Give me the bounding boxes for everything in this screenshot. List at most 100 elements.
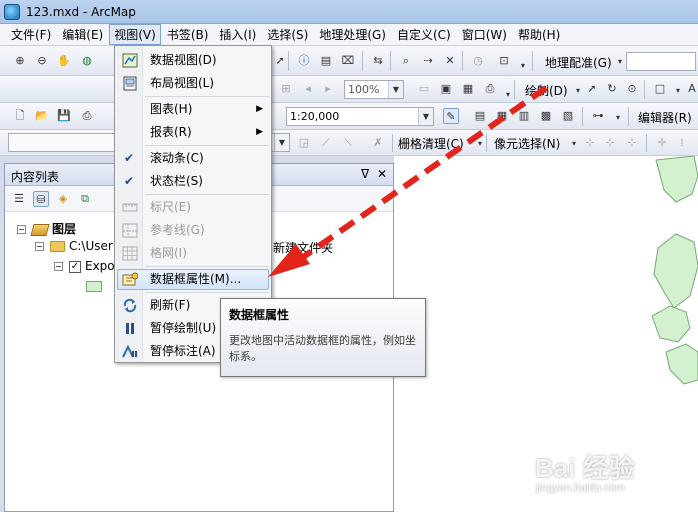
full-extent-icon[interactable]: ◍ [79, 53, 95, 69]
menu-file[interactable]: 文件(F) [6, 24, 56, 45]
change-layout-icon[interactable]: ▦ [460, 81, 476, 97]
menu-item-status-bar[interactable]: ✔ 状态栏(S) [117, 171, 269, 192]
create-viewer-icon[interactable]: ⊡ [496, 53, 512, 69]
save-icon[interactable]: 💾 [56, 108, 72, 124]
menu-item-graphs[interactable]: 图表(H) ▶ [117, 99, 269, 120]
crosshair-icon[interactable]: ✛ [654, 135, 670, 151]
collapse-icon[interactable]: − [54, 262, 63, 271]
menu-item-guides[interactable]: 参考线(G) [117, 220, 269, 241]
text-icon[interactable]: A [684, 81, 698, 97]
menu-item-rulers[interactable]: 标尺(E) [117, 197, 269, 218]
data-driven-pages-icon[interactable]: ⎙ [482, 81, 498, 97]
menu-item-label: 暂停绘制(U) [150, 321, 217, 335]
tree-row-layer[interactable]: − ✓ Expo [54, 259, 115, 273]
open-folder-icon[interactable]: 📂 [34, 108, 50, 124]
menu-item-label: 刷新(F) [150, 298, 191, 312]
cell-brush-icon[interactable]: ⁞ [674, 135, 690, 151]
guides-icon [122, 223, 138, 238]
list-by-source-icon[interactable]: ⛁ [33, 191, 49, 207]
list-by-selection-icon[interactable]: ⧉ [77, 191, 93, 207]
menu-item-scrollbars[interactable]: ✔ 滚动条(C) [117, 148, 269, 169]
pan-icon[interactable]: ✋ [56, 53, 72, 69]
focus-data-frame-icon[interactable]: ▣ [438, 81, 454, 97]
identify-icon[interactable]: ⓘ [296, 53, 312, 69]
list-by-drawing-order-icon[interactable]: ☰ [11, 191, 27, 207]
menu-selection[interactable]: 选择(S) [262, 24, 313, 45]
shrink-selection-icon[interactable]: ⊹ [624, 135, 640, 151]
previous-extent-icon[interactable]: ◂ [300, 81, 316, 97]
arctoolbox-icon[interactable]: ▩ [538, 108, 554, 124]
menu-item-reports[interactable]: 报表(R) ▶ [117, 122, 269, 143]
baidu-watermark-logo: Bai 经验 [535, 453, 635, 483]
cell-selection-dropdown[interactable]: 像元选择(N) [494, 135, 560, 152]
find-icon[interactable]: ⌕ [398, 53, 414, 69]
menu-customize[interactable]: 自定义(C) [392, 24, 456, 45]
layer-visibility-checkbox[interactable]: ✓ [69, 260, 81, 273]
measure-icon[interactable]: ⇆ [370, 53, 386, 69]
collapse-icon[interactable]: − [17, 225, 26, 234]
menu-item-grid[interactable]: 格网(I) [117, 243, 269, 264]
rectangle-icon[interactable]: □ [652, 81, 668, 97]
menu-edit[interactable]: 编辑(E) [57, 24, 108, 45]
map-scale-combo[interactable]: 1:20,000 ▼ [286, 107, 434, 126]
close-icon[interactable]: ✕ [377, 167, 387, 181]
select-pointer-icon[interactable]: ➚ [584, 81, 600, 97]
toggle-draft-icon[interactable]: ▭ [416, 81, 432, 97]
print-icon[interactable]: ⎙ [79, 108, 95, 124]
list-by-visibility-icon[interactable]: ◈ [55, 191, 71, 207]
editor-toolbar-icon[interactable]: ✎ [443, 108, 459, 124]
rotate-icon[interactable]: ↻ [604, 81, 620, 97]
pin-icon[interactable]: ᐁ [361, 167, 369, 181]
table-of-contents-icon[interactable]: ▤ [472, 108, 488, 124]
folder-path-tail: 新建文件夹 [273, 241, 334, 255]
zoom-out-icon[interactable]: ⊖ [34, 53, 50, 69]
raster-painting-icon[interactable]: ✗ [370, 135, 386, 151]
toolbar-options-chevron-icon[interactable]: ▾ [515, 58, 531, 74]
menu-view[interactable]: 视图(V) [109, 24, 161, 45]
grow-selection-icon[interactable]: ⊹ [602, 135, 618, 151]
select-elements-icon[interactable]: ➚ [272, 53, 288, 69]
html-popup-icon[interactable]: ▤ [318, 53, 334, 69]
map-polygon [651, 305, 691, 343]
vectorization-icon[interactable]: ◲ [296, 135, 312, 151]
zoom-whole-page-icon[interactable]: ⊞ [278, 81, 294, 97]
menu-item-label: 标尺(E) [150, 200, 191, 214]
georef-layer-combo[interactable] [626, 52, 696, 71]
chevron-down-icon: ▼ [274, 134, 289, 151]
collapse-icon[interactable]: − [35, 242, 44, 251]
title-bar: 123.mxd - ArcMap [0, 0, 698, 24]
model-builder-icon[interactable]: ⊶ [590, 108, 606, 124]
polygon-legend-swatch [86, 281, 102, 292]
georeferencing-dropdown[interactable]: 地理配准(G) [545, 54, 612, 71]
menu-item-label: 数据框属性(M)... [150, 272, 242, 286]
next-extent-icon[interactable]: ▸ [320, 81, 336, 97]
menu-item-data-view[interactable]: 数据视图(D) [117, 50, 269, 71]
raster-snapping-icon[interactable]: ⟋ [318, 135, 334, 151]
select-cells-icon[interactable]: ⊹ [582, 135, 598, 151]
new-document-icon[interactable]: 🗋 [12, 108, 28, 124]
menu-item-layout-view[interactable]: 布局视图(L) [117, 73, 269, 94]
menu-bookmarks[interactable]: 书签(B) [162, 24, 214, 45]
search-window-icon[interactable]: ▥ [516, 108, 532, 124]
tree-row-layers[interactable]: − 图层 [17, 220, 76, 237]
raster-cleanup-dropdown[interactable]: 栅格清理(C) [398, 135, 464, 152]
editor-dropdown[interactable]: 编辑器(R) [638, 109, 692, 126]
zoom-to-selected-icon[interactable]: ⊙ [624, 81, 640, 97]
draw-dropdown[interactable]: 绘制(D) [525, 82, 568, 99]
go-to-xy-icon[interactable]: ✕ [442, 53, 458, 69]
menu-item-label: 格网(I) [150, 246, 187, 260]
menu-geoprocessing[interactable]: 地理处理(G) [314, 24, 391, 45]
menu-item-data-frame-properties[interactable]: 数据框属性(M)... [117, 269, 269, 290]
find-route-icon[interactable]: ⇢ [420, 53, 436, 69]
python-window-icon[interactable]: ▧ [560, 108, 576, 124]
time-slider-icon[interactable]: ◷ [470, 53, 486, 69]
menu-help[interactable]: 帮助(H) [513, 24, 565, 45]
hyperlink-icon[interactable]: ⌧ [340, 53, 356, 69]
catalog-icon[interactable]: ▦ [494, 108, 510, 124]
zoom-in-icon[interactable]: ⊕ [12, 53, 28, 69]
menu-windows[interactable]: 窗口(W) [457, 24, 512, 45]
tree-row-folder[interactable]: − C:\User [35, 239, 113, 253]
line-trace-icon[interactable]: ⟍ [340, 135, 356, 151]
layout-zoom-combo[interactable]: 100% ▼ [344, 80, 404, 99]
menu-insert[interactable]: 插入(I) [214, 24, 261, 45]
